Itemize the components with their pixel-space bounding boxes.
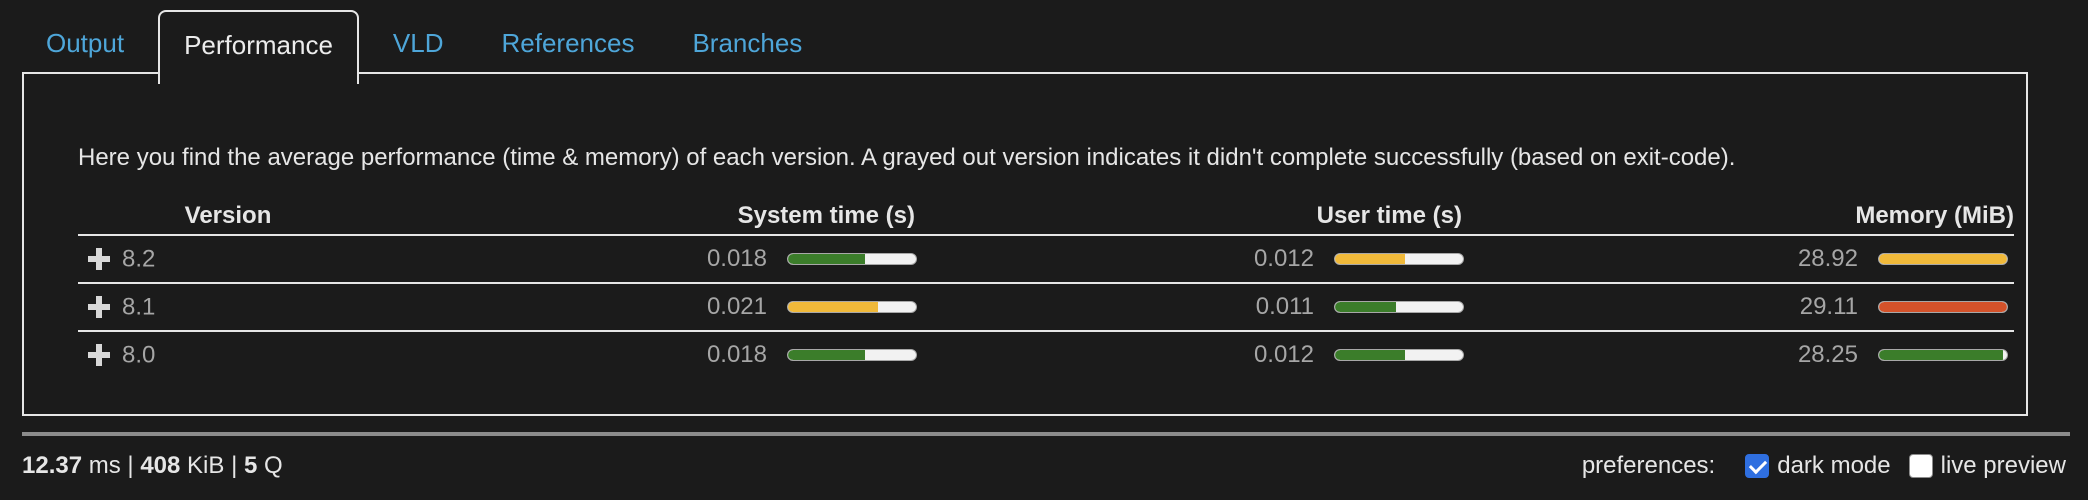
system-time-bar-fill xyxy=(788,350,865,361)
dark-mode-label: dark mode xyxy=(1777,452,1891,479)
stat-q-value: 5 xyxy=(243,452,258,479)
footer-divider xyxy=(22,432,2070,436)
user-time-value: 0.012 xyxy=(1253,245,1314,273)
tab-branches[interactable]: Branches xyxy=(668,10,826,74)
table-row: 8.0 0.018 0.012 28.25 xyxy=(78,331,2014,378)
memory-bar xyxy=(1878,349,2008,362)
system-time-cell: 0.018 xyxy=(378,331,925,378)
memory-value: 29.11 xyxy=(1799,293,1858,321)
system-time-bar xyxy=(787,301,917,314)
live-preview-checkbox[interactable] xyxy=(1908,454,1933,478)
performance-table: Version System time (s) User time (s) Me… xyxy=(78,198,2014,378)
stat-separator: | xyxy=(231,452,238,479)
header-version: Version xyxy=(78,198,378,236)
stat-q-unit: Q xyxy=(264,452,283,479)
tab-output[interactable]: Output xyxy=(22,10,148,74)
user-time-bar-fill xyxy=(1335,302,1397,313)
stat-separator: | xyxy=(127,452,134,479)
version-cell: 8.1 xyxy=(78,283,378,332)
memory-cell: 29.11 xyxy=(1472,283,2014,332)
preferences: preferences: dark mode live preview xyxy=(1582,452,2066,480)
user-time-bar-fill xyxy=(1335,350,1406,361)
tab-bar: Output Performance VLD References Branch… xyxy=(22,10,826,84)
expand-plus-icon[interactable] xyxy=(88,344,110,367)
header-user-time: User time (s) xyxy=(925,198,1472,236)
system-time-value: 0.018 xyxy=(706,341,767,369)
version-label: 8.2 xyxy=(122,245,156,273)
user-time-value: 0.011 xyxy=(1255,293,1314,321)
table-row: 8.2 0.018 0.012 28.92 xyxy=(78,235,2014,284)
tab-references[interactable]: References xyxy=(477,10,658,74)
dark-mode-checkbox[interactable] xyxy=(1745,454,1770,478)
footer-stats: 12.37 ms | 408 KiB | 5 Q xyxy=(22,452,283,480)
live-preview-option[interactable]: live preview xyxy=(1908,452,2066,480)
header-memory: Memory (MiB) xyxy=(1472,198,2014,236)
memory-cell: 28.92 xyxy=(1472,235,2014,284)
system-time-bar-fill xyxy=(788,302,878,313)
user-time-bar-fill xyxy=(1335,254,1406,265)
system-time-value: 0.021 xyxy=(706,293,767,321)
expand-plus-icon[interactable] xyxy=(88,296,110,319)
stat-ms-value: 12.37 xyxy=(22,452,83,479)
memory-value: 28.92 xyxy=(1797,245,1858,273)
stat-kib-value: 408 xyxy=(140,452,181,479)
tab-vld[interactable]: VLD xyxy=(369,10,468,74)
user-time-cell: 0.012 xyxy=(925,331,1472,378)
performance-panel: Here you find the average performance (t… xyxy=(22,72,2028,416)
dark-mode-option[interactable]: dark mode xyxy=(1745,452,1891,480)
version-label: 8.0 xyxy=(122,341,156,369)
version-label: 8.1 xyxy=(122,293,156,321)
system-time-bar xyxy=(787,253,917,266)
version-cell: 8.2 xyxy=(78,235,378,284)
memory-bar-fill xyxy=(1879,302,2007,313)
live-preview-label: live preview xyxy=(1940,452,2066,479)
expand-plus-icon[interactable] xyxy=(88,248,110,271)
user-time-value: 0.012 xyxy=(1253,341,1314,369)
stat-kib-unit: KiB xyxy=(187,452,225,479)
tab-performance[interactable]: Performance xyxy=(158,10,359,84)
system-time-bar-fill xyxy=(788,254,865,265)
memory-bar-fill xyxy=(1879,350,2004,361)
user-time-bar xyxy=(1334,253,1464,266)
user-time-cell: 0.012 xyxy=(925,235,1472,284)
memory-value: 28.25 xyxy=(1797,341,1858,369)
user-time-bar xyxy=(1334,301,1464,314)
performance-description: Here you find the average performance (t… xyxy=(78,144,1736,171)
memory-bar xyxy=(1878,253,2008,266)
memory-bar-fill xyxy=(1879,254,2007,265)
memory-bar xyxy=(1878,301,2008,314)
system-time-value: 0.018 xyxy=(706,245,767,273)
memory-cell: 28.25 xyxy=(1472,331,2014,378)
preferences-label: preferences: xyxy=(1581,452,1716,479)
system-time-cell: 0.018 xyxy=(378,235,925,284)
system-time-cell: 0.021 xyxy=(378,283,925,332)
user-time-bar xyxy=(1334,349,1464,362)
user-time-cell: 0.011 xyxy=(925,283,1472,332)
stat-ms-unit: ms xyxy=(88,452,121,479)
system-time-bar xyxy=(787,349,917,362)
header-system-time: System time (s) xyxy=(378,198,925,236)
table-header-row: Version System time (s) User time (s) Me… xyxy=(78,198,2014,236)
version-cell: 8.0 xyxy=(78,331,378,378)
table-row: 8.1 0.021 0.011 29.11 xyxy=(78,283,2014,332)
